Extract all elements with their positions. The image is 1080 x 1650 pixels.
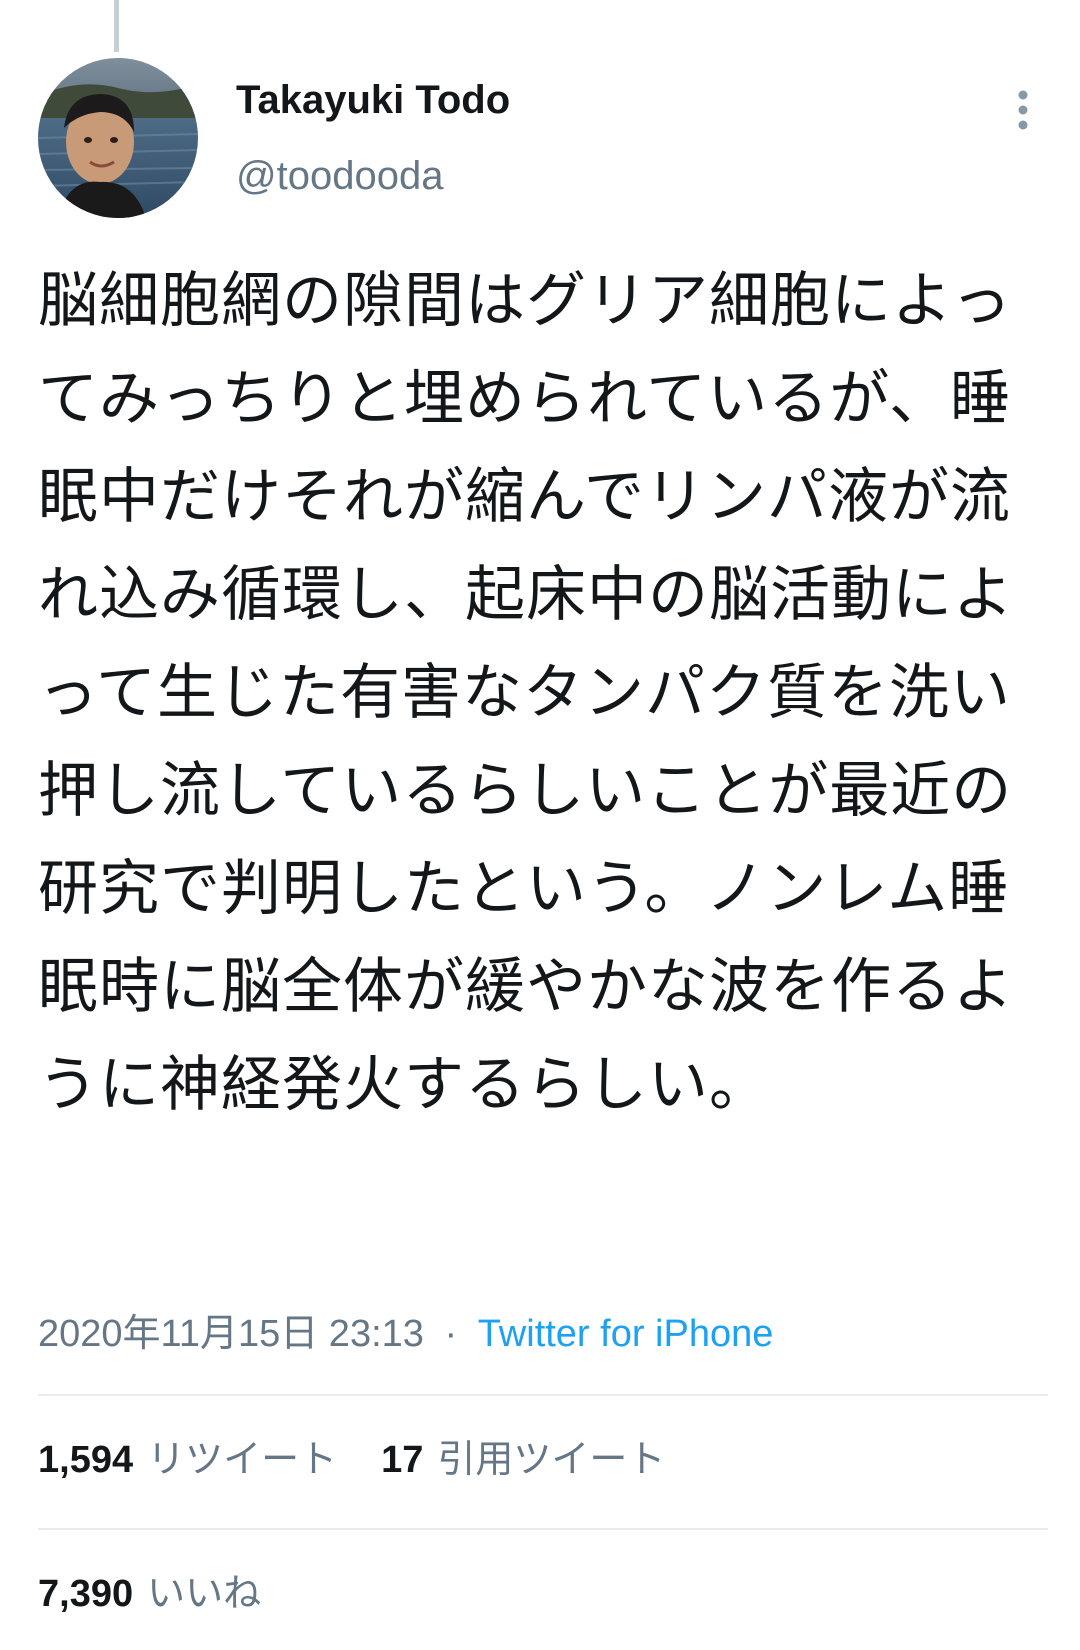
divider [38,1394,1048,1396]
likes-count: 7,390 [38,1573,134,1615]
tweet-header: Takayuki Todo @toodooda [38,58,1048,224]
retweets-stat[interactable]: 1,594 リツイート [38,1428,337,1483]
quote-tweets-count: 17 [381,1439,424,1481]
divider [38,1528,1048,1530]
stats-row-retweets: 1,594 リツイート 17 引用ツイート [38,1428,709,1483]
tweet-source-link[interactable]: Twitter for iPhone [478,1313,774,1355]
more-vertical-icon[interactable] [1008,88,1038,132]
retweets-count: 1,594 [38,1439,134,1481]
tweet-body-text: 脳細胞網の隙間はグリア細胞によってみっちりと埋められているが、睡眠中だけそれが縮… [38,266,1014,1120]
thread-connector-line [114,0,119,52]
tweet-timestamp[interactable]: 2020年11月15日 23:13 [38,1313,424,1355]
meta-separator: · [444,1313,458,1355]
author-handle[interactable]: @toodooda [236,154,443,199]
tweet-meta: 2020年11月15日 23:13 · Twitter for iPhone [38,1302,773,1357]
stats-row-likes: 7,390 いいね [38,1562,305,1617]
likes-label: いいね [147,1571,262,1615]
avatar[interactable] [38,58,198,218]
retweets-label: リツイート [147,1437,338,1481]
quote-tweets-stat[interactable]: 17 引用ツイート [381,1428,665,1483]
likes-stat[interactable]: 7,390 いいね [38,1562,261,1617]
author-display-name[interactable]: Takayuki Todo [236,78,510,123]
quote-tweets-label: 引用ツイート [437,1437,666,1481]
